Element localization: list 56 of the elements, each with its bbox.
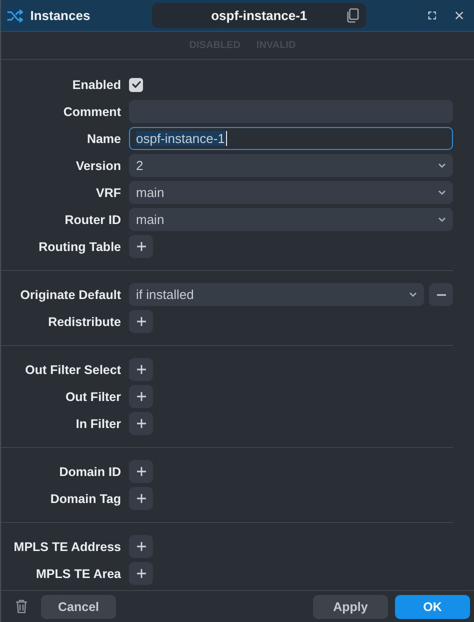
add-button[interactable]: [129, 487, 153, 510]
cancel-button[interactable]: Cancel: [41, 594, 116, 618]
field-label: Redistribute: [47, 314, 122, 328]
field-label: Out Filter: [64, 390, 122, 404]
field-label: Enabled: [71, 78, 122, 92]
select-field[interactable]: if installed: [129, 283, 424, 306]
plus-icon: [136, 392, 146, 401]
plus-icon: [136, 242, 146, 251]
field-label: Routing Table: [38, 240, 122, 254]
plus-icon: [136, 365, 146, 374]
field-label: Domain Tag: [49, 492, 122, 506]
chevron-down-icon: [438, 163, 446, 168]
add-button[interactable]: [129, 460, 153, 483]
add-button[interactable]: [129, 385, 153, 408]
field-label: Originate Default: [19, 288, 122, 302]
chevron-down-icon: [438, 217, 446, 222]
field-label: In Filter: [74, 416, 122, 430]
field-label: Router ID: [64, 212, 122, 226]
add-button[interactable]: [129, 412, 153, 435]
plus-icon: [136, 467, 146, 476]
plus-icon: [136, 494, 146, 503]
field-label: Domain ID: [58, 464, 122, 478]
apply-button[interactable]: Apply: [313, 594, 388, 618]
record-name: ospf-instance-1: [211, 8, 308, 23]
trash-icon[interactable]: [15, 599, 28, 614]
minus-icon: [436, 294, 446, 296]
field-label: Comment: [62, 104, 122, 118]
add-button[interactable]: [129, 535, 153, 558]
field-label: VRF: [95, 186, 122, 200]
field-label: Version: [74, 158, 122, 172]
select-field[interactable]: main: [129, 181, 453, 204]
field-label: MPLS TE Address: [12, 540, 122, 554]
select-field[interactable]: main: [129, 208, 453, 231]
chevron-down-icon: [438, 190, 446, 195]
chevron-down-icon: [409, 292, 417, 297]
add-button[interactable]: [129, 310, 153, 333]
add-button[interactable]: [129, 562, 153, 585]
window-title: Instances: [30, 8, 92, 23]
select-field[interactable]: 2: [129, 154, 453, 177]
field-label: MPLS TE Area: [35, 566, 122, 580]
plus-icon: [136, 419, 146, 428]
plus-icon: [136, 317, 146, 326]
add-button[interactable]: [129, 235, 153, 258]
plus-icon: [136, 542, 146, 551]
close-icon[interactable]: [455, 11, 464, 20]
shuffle-icon: [7, 8, 24, 22]
field-label: Out Filter Select: [24, 362, 122, 376]
text-field[interactable]: ospf-instance-1: [129, 127, 453, 150]
plus-icon: [136, 569, 146, 578]
restore-icon[interactable]: [428, 11, 436, 20]
remove-button[interactable]: [429, 283, 453, 306]
copy-icon[interactable]: [346, 8, 359, 23]
add-button[interactable]: [129, 358, 153, 381]
checkbox[interactable]: [129, 78, 143, 92]
check-icon: [130, 79, 142, 90]
field-label: Name: [86, 132, 122, 146]
